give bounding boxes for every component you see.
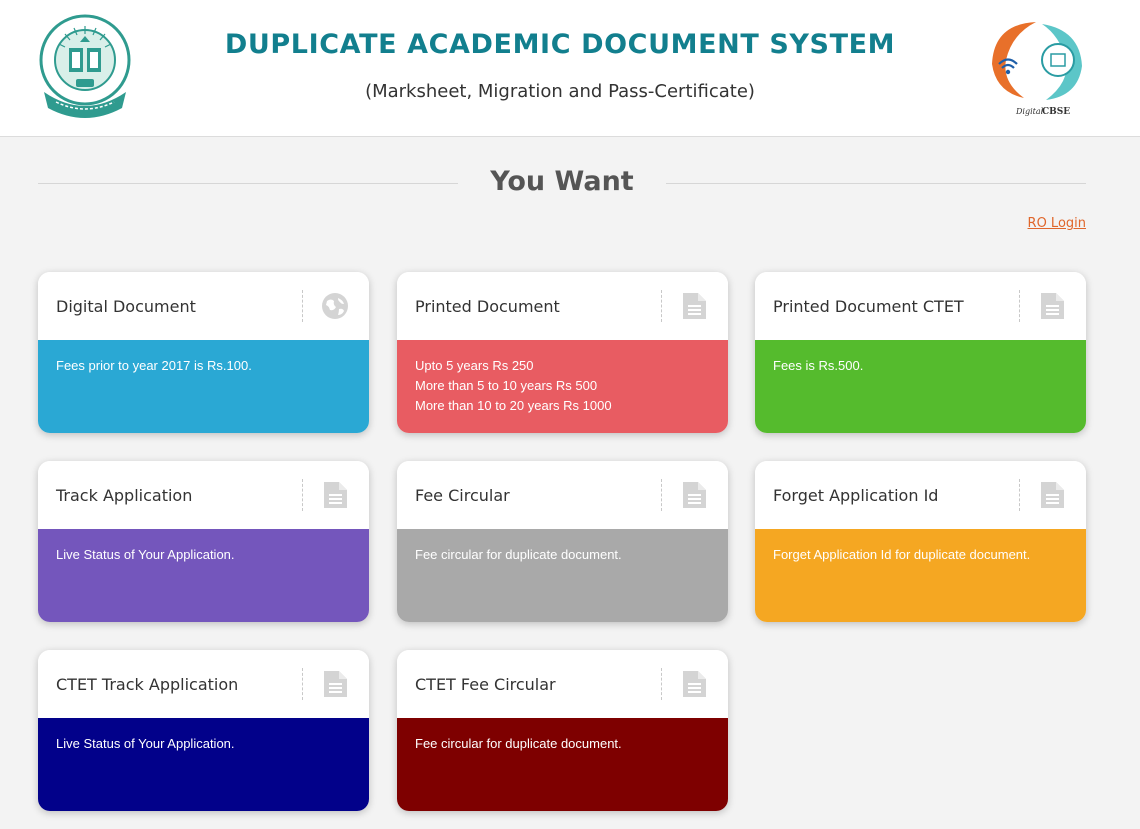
globe-icon <box>322 293 348 319</box>
card-printed-document[interactable]: Printed Document Upto 5 years Rs 250 More … <box>397 272 728 433</box>
card-description-line: Upto 5 years Rs 250 <box>415 358 534 373</box>
card-body: Live Status of Your Application. <box>38 718 369 811</box>
card-separator <box>661 290 662 322</box>
card-header: Digital Document <box>38 272 369 340</box>
card-description-line: Fees is Rs.500. <box>773 358 864 373</box>
digital-cbse-logo-icon: Digital CBSE <box>992 22 1082 117</box>
card-printed-document-ctet[interactable]: Printed Document CTET Fees is Rs.500. <box>755 272 1086 433</box>
section-heading: You Want <box>38 164 1086 204</box>
card-separator <box>302 668 303 700</box>
card-separator <box>302 290 303 322</box>
card-title: Printed Document <box>415 297 560 316</box>
card-header: Printed Document <box>397 272 728 340</box>
document-icon <box>683 293 706 319</box>
card-header: Forget Application Id <box>755 461 1086 529</box>
card-separator <box>1019 290 1020 322</box>
card-description-line: Live Status of Your Application. <box>56 736 235 751</box>
card-description-line: More than 10 to 20 years Rs 1000 <box>415 398 612 413</box>
logo-digital-text: Digital <box>1015 107 1044 116</box>
ro-login-link[interactable]: RO Login <box>1000 216 1086 231</box>
card-header: Track Application <box>38 461 369 529</box>
card-header: CTET Track Application <box>38 650 369 718</box>
card-description-line: Forget Application Id for duplicate docu… <box>773 547 1031 562</box>
site-title: DUPLICATE ACADEMIC DOCUMENT SYSTEM <box>224 29 896 60</box>
card-description-line: More than 5 to 10 years Rs 500 <box>415 378 598 393</box>
divider-left <box>38 183 458 184</box>
card-forget-application-id[interactable]: Forget Application Id Forget Application … <box>755 461 1086 622</box>
card-title: CTET Fee Circular <box>415 675 556 694</box>
document-icon <box>683 482 706 508</box>
card-track-application[interactable]: Track Application Live Status of Your App… <box>38 461 369 622</box>
divider-right <box>666 183 1086 184</box>
card-title: Printed Document CTET <box>773 297 964 316</box>
card-description-line: Fees prior to year 2017 is Rs.100. <box>56 358 252 373</box>
logo-cbse-text: CBSE <box>1042 107 1070 117</box>
document-icon <box>1041 293 1064 319</box>
card-body: Fee circular for duplicate document. <box>397 529 728 622</box>
card-title: CTET Track Application <box>56 675 239 694</box>
document-icon <box>324 482 347 508</box>
card-fee-circular[interactable]: Fee Circular Fee circular for duplicate d… <box>397 461 728 622</box>
card-body: Fees prior to year 2017 is Rs.100. <box>38 340 369 433</box>
card-separator <box>661 479 662 511</box>
card-ctet-fee-circular[interactable]: CTET Fee Circular Fee circular for duplic… <box>397 650 728 811</box>
card-body: Live Status of Your Application. <box>38 529 369 622</box>
document-icon <box>683 671 706 697</box>
card-separator <box>661 668 662 700</box>
site-subtitle: (Marksheet, Migration and Pass-Certifica… <box>365 81 755 102</box>
card-description-line: Fee circular for duplicate document. <box>415 547 622 562</box>
card-header: Fee Circular <box>397 461 728 529</box>
section-title: You Want <box>490 166 634 197</box>
card-title: Track Application <box>56 486 193 505</box>
card-title: Fee Circular <box>415 486 510 505</box>
document-icon <box>324 671 347 697</box>
card-ctet-track-application[interactable]: CTET Track Application Live Status of You… <box>38 650 369 811</box>
card-title: Digital Document <box>56 297 196 316</box>
card-header: CTET Fee Circular <box>397 650 728 718</box>
card-description-line: Fee circular for duplicate document. <box>415 736 622 751</box>
card-description-line: Live Status of Your Application. <box>56 547 235 562</box>
document-icon <box>1041 482 1064 508</box>
card-header: Printed Document CTET <box>755 272 1086 340</box>
card-body: Fee circular for duplicate document. <box>397 718 728 811</box>
card-digital-document[interactable]: Digital Document Fees prior to year 2017 … <box>38 272 369 433</box>
site-header: DUPLICATE ACADEMIC DOCUMENT SYSTEM (Mark… <box>0 0 1140 137</box>
card-separator <box>1019 479 1020 511</box>
card-body: Upto 5 years Rs 250 More than 5 to 10 yea… <box>397 340 728 433</box>
card-separator <box>302 479 303 511</box>
card-body: Forget Application Id for duplicate docu… <box>755 529 1086 622</box>
card-body: Fees is Rs.500. <box>755 340 1086 433</box>
card-title: Forget Application Id <box>773 486 939 505</box>
